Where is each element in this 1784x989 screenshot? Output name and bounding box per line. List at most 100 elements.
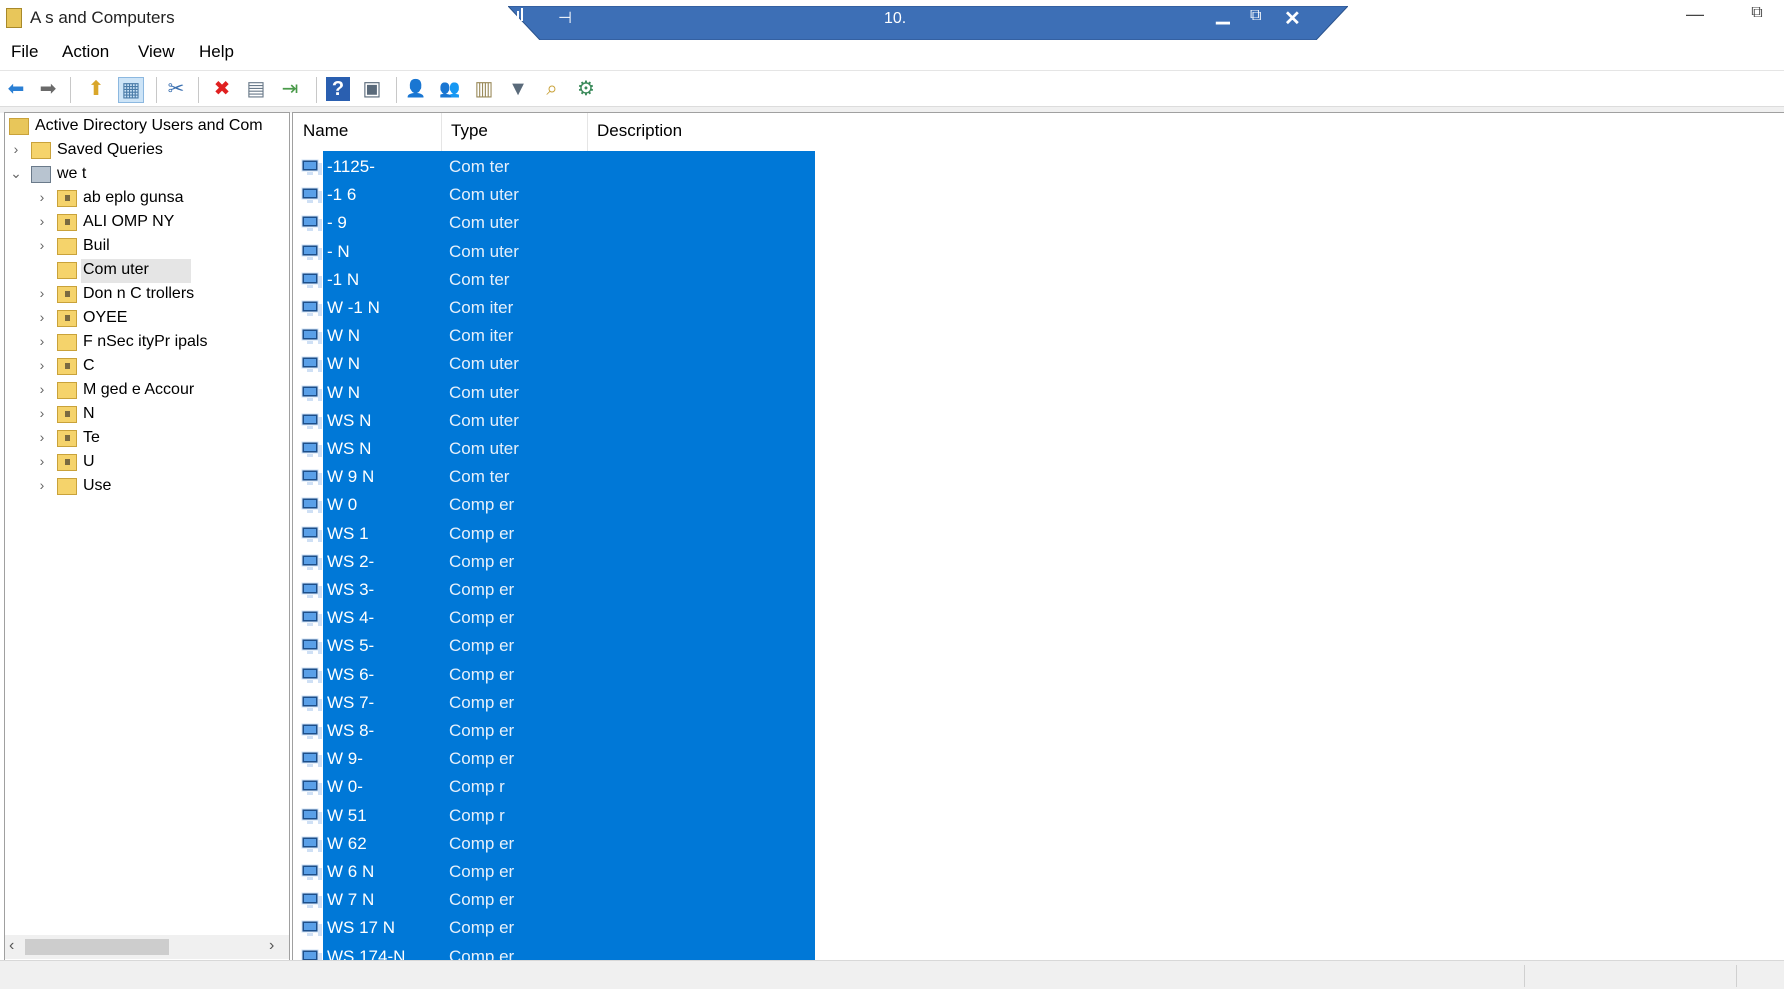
column-header-description[interactable]: Description — [597, 121, 682, 141]
table-row[interactable]: W 62Comp er — [293, 830, 833, 858]
expand-icon[interactable]: › — [35, 429, 49, 445]
table-row[interactable]: W -1 NCom iter — [293, 294, 833, 322]
export-list-icon[interactable]: ⇥ — [278, 77, 302, 101]
show-tree-icon[interactable]: ▦ — [118, 77, 144, 103]
table-row[interactable]: WS 1Comp er — [293, 520, 833, 548]
add-to-group-icon[interactable]: ⚙ — [574, 77, 598, 101]
up-level-icon[interactable]: ⬆ — [84, 77, 108, 101]
tree-item-ou[interactable]: › ALI OMP NY — [5, 211, 289, 235]
tree-pane[interactable]: Active Directory Users and Com › Saved Q… — [4, 112, 290, 962]
column-divider[interactable] — [587, 113, 588, 151]
table-row[interactable]: WS 17 NComp er — [293, 914, 833, 942]
column-header-name[interactable]: Name — [303, 121, 348, 141]
new-group-icon[interactable]: 👥 — [438, 77, 462, 101]
table-row[interactable]: - NCom uter — [293, 238, 833, 266]
scroll-right-icon[interactable]: › — [269, 937, 274, 955]
expand-icon[interactable]: › — [35, 213, 49, 229]
rdp-minimize-button[interactable]: ▁ — [1216, 4, 1230, 25]
help-icon[interactable]: ? — [326, 77, 350, 101]
find-icon[interactable]: ⌕ — [540, 77, 564, 101]
tree-item-domain[interactable]: ⌄ we t — [5, 163, 289, 187]
tree-item-saved-queries[interactable]: › Saved Queries — [5, 139, 289, 163]
expand-icon[interactable]: › — [35, 309, 49, 325]
expand-icon[interactable]: › — [35, 189, 49, 205]
table-row[interactable]: W 9 NCom ter — [293, 463, 833, 491]
expand-icon[interactable]: › — [35, 333, 49, 349]
tree-item-ou[interactable]: › OYEE — [5, 307, 289, 331]
table-row[interactable]: W 0-Comp r — [293, 773, 833, 801]
forward-icon[interactable]: ➡ — [36, 77, 60, 101]
table-row[interactable]: W NCom iter — [293, 322, 833, 350]
table-row[interactable]: -1 6Com uter — [293, 181, 833, 209]
table-row[interactable]: -1 NCom ter — [293, 266, 833, 294]
menu-view[interactable]: View — [138, 42, 175, 62]
results-pane[interactable]: Name Type Description -1125-Com ter -1 6… — [292, 112, 1784, 962]
tree-item-ou[interactable]: › U — [5, 451, 289, 475]
table-row[interactable]: W 51Comp r — [293, 802, 833, 830]
table-row[interactable]: WS 3-Comp er — [293, 576, 833, 604]
table-row[interactable]: W 9-Comp er — [293, 745, 833, 773]
menu-help[interactable]: Help — [199, 42, 234, 62]
tree-item-ou[interactable]: › Don n C trollers — [5, 283, 289, 307]
table-row[interactable]: W 7 NComp er — [293, 886, 833, 914]
column-header-type[interactable]: Type — [451, 121, 488, 141]
table-row[interactable]: W NCom uter — [293, 379, 833, 407]
scroll-left-icon[interactable]: ‹ — [9, 937, 14, 955]
new-ou-icon[interactable]: ▥ — [472, 77, 496, 101]
delete-icon[interactable]: ✖ — [210, 77, 234, 101]
rdp-restore-button[interactable]: ⧉ — [1250, 7, 1261, 25]
table-row[interactable]: W 6 NComp er — [293, 858, 833, 886]
table-row[interactable]: WS 5-Comp er — [293, 632, 833, 660]
tree-item-label: we t — [57, 165, 86, 183]
tree-item-managed-service[interactable]: › M ged e Accour — [5, 379, 289, 403]
pin-icon[interactable]: ⊣ — [558, 8, 572, 28]
tree-horizontal-scrollbar[interactable]: ‹ › — [5, 935, 289, 959]
table-row[interactable]: WS 2-Comp er — [293, 548, 833, 576]
cut-icon[interactable]: ✂ — [164, 77, 188, 101]
table-row[interactable]: WS 4-Comp er — [293, 604, 833, 632]
minimize-button[interactable]: — — [1680, 4, 1710, 30]
restore-button[interactable]: ⧉ — [1742, 4, 1772, 30]
menu-action[interactable]: Action — [62, 42, 109, 62]
table-row[interactable]: W 0Comp er — [293, 491, 833, 519]
scrollbar-thumb[interactable] — [25, 939, 169, 955]
tree-item-users[interactable]: › Use — [5, 475, 289, 499]
properties-icon[interactable]: ▤ — [244, 77, 268, 101]
table-row[interactable]: -1125-Com ter — [293, 153, 833, 181]
console-icon[interactable]: ▣ — [360, 77, 384, 101]
filter-icon[interactable]: ▼ — [506, 77, 530, 101]
column-divider[interactable] — [441, 113, 442, 151]
expand-icon[interactable]: › — [35, 453, 49, 469]
tree-item-computers[interactable]: Com uter — [5, 259, 289, 283]
tree-item-builtin[interactable]: › Buil — [5, 235, 289, 259]
table-row[interactable]: - 9Com uter — [293, 209, 833, 237]
expand-icon[interactable]: › — [35, 477, 49, 493]
table-row[interactable]: W NCom uter — [293, 350, 833, 378]
remote-desktop-bar[interactable]: ⊣ 10. ▁ ⧉ ✕ — [508, 6, 1348, 40]
expand-icon[interactable]: › — [9, 141, 23, 157]
signal-icon[interactable] — [508, 6, 524, 22]
expand-icon[interactable]: › — [35, 237, 49, 253]
table-row[interactable]: WS NCom uter — [293, 435, 833, 463]
tree-item-ou[interactable]: › ab eplo gunsa — [5, 187, 289, 211]
computer-icon — [301, 244, 323, 262]
ou-folder-icon — [57, 310, 77, 327]
expand-icon[interactable]: › — [35, 381, 49, 397]
collapse-icon[interactable]: ⌄ — [9, 165, 23, 182]
table-row[interactable]: WS NCom uter — [293, 407, 833, 435]
table-row[interactable]: WS 8-Comp er — [293, 717, 833, 745]
new-user-icon[interactable]: 👤 — [404, 77, 428, 101]
menu-file[interactable]: File — [11, 42, 38, 62]
tree-item-ou[interactable]: › Te — [5, 427, 289, 451]
table-row[interactable]: WS 6-Comp er — [293, 661, 833, 689]
expand-icon[interactable]: › — [35, 285, 49, 301]
expand-icon[interactable]: › — [35, 357, 49, 373]
tree-item-foreign-security[interactable]: › F nSec ityPr ipals — [5, 331, 289, 355]
tree-item-ou[interactable]: › C — [5, 355, 289, 379]
expand-icon[interactable]: › — [35, 405, 49, 421]
tree-item-ou[interactable]: › N — [5, 403, 289, 427]
table-row[interactable]: WS 7-Comp er — [293, 689, 833, 717]
tree-root[interactable]: Active Directory Users and Com — [5, 115, 289, 139]
rdp-close-button[interactable]: ✕ — [1284, 6, 1301, 31]
back-icon[interactable]: ⬅ — [4, 77, 28, 101]
